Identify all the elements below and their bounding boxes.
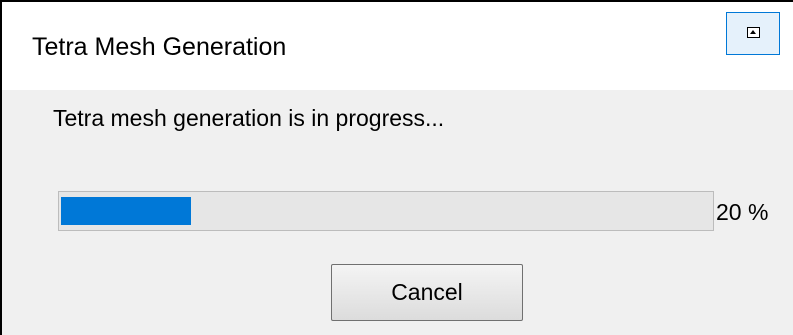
progress-percent-label: 20 %: [716, 199, 769, 225]
progress-bar: [58, 191, 714, 231]
status-message: Tetra mesh generation is in progress...: [53, 105, 445, 131]
dialog-title: Tetra Mesh Generation: [32, 33, 287, 61]
progress-bar-fill: [61, 197, 191, 225]
title-bar-button[interactable]: [726, 12, 780, 55]
restore-box-icon: [747, 27, 760, 38]
title-bar: Tetra Mesh Generation: [2, 2, 793, 90]
progress-dialog: Tetra Mesh Generation Tetra mesh generat…: [0, 0, 793, 335]
cancel-button[interactable]: Cancel: [331, 264, 523, 321]
